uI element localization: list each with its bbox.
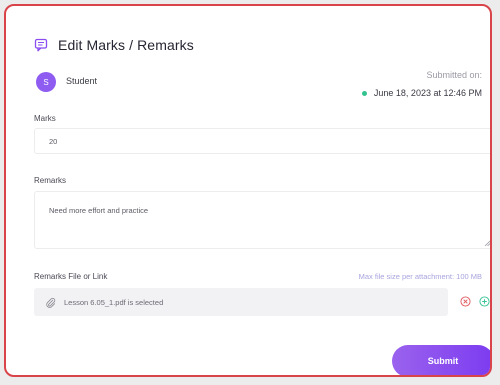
student-name: Student [66,76,98,86]
dialog-title: Edit Marks / Remarks [58,37,194,53]
edit-message-icon [34,38,48,52]
submitted-label: Submitted on: [426,70,482,80]
remarks-value: Need more effort and practice [49,206,149,215]
submit-button[interactable]: Submit [392,345,490,375]
status-dot [361,90,367,96]
add-circle-icon[interactable] [479,296,490,307]
attachment-label: Remarks File or Link [34,272,108,281]
edit-marks-dialog: Edit Marks / Remarks S Student Submitted… [4,4,492,377]
max-file-size-note: Max file size per attachment: 100 MB [358,272,482,281]
resize-handle-icon[interactable] [484,240,490,246]
file-attachment-field[interactable]: Lesson 6.05_1.pdf is selected [34,288,448,316]
submitted-date-text: June 18, 2023 at 12:46 PM [373,88,482,98]
selected-file-text: Lesson 6.05_1.pdf is selected [64,297,164,307]
dialog-header: Edit Marks / Remarks [34,37,194,53]
avatar-letter: S [43,77,49,87]
submitted-date: June 18, 2023 at 12:46 PM [361,88,482,98]
marks-input[interactable]: 20 [34,128,490,154]
marks-label: Marks [34,114,56,123]
marks-value: 20 [49,137,58,146]
remarks-textarea[interactable]: Need more effort and practice [34,191,490,249]
paperclip-icon [46,297,56,308]
remarks-label: Remarks [34,176,67,185]
avatar: S [36,72,56,92]
remove-circle-icon[interactable] [460,296,471,307]
